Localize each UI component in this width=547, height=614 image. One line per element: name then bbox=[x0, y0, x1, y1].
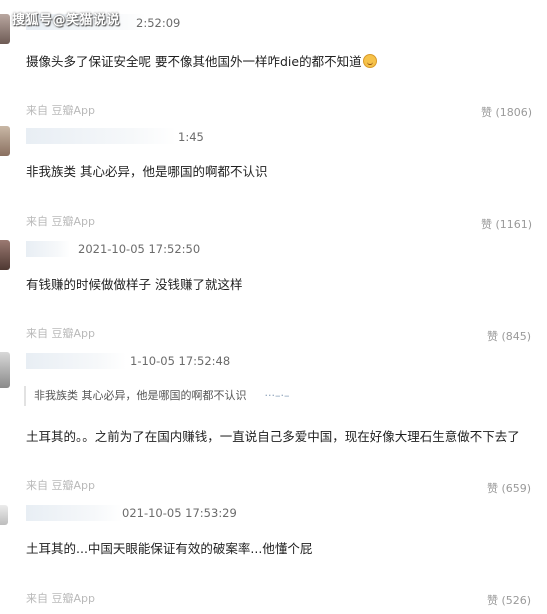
comment-time: 2021-10-05 17:52:50 bbox=[78, 242, 201, 256]
avatar[interactable] bbox=[0, 126, 10, 156]
comment-time: 1-10-05 17:52:48 bbox=[130, 354, 231, 368]
avatar[interactable] bbox=[0, 240, 10, 270]
avatar[interactable] bbox=[0, 352, 10, 388]
comment-time: 021-10-05 17:53:29 bbox=[122, 506, 237, 520]
comment-text: 土耳其的...中国天眼能保证有效的破案率...他懂个屁 bbox=[26, 541, 313, 556]
quote-author[interactable]: ···–·– bbox=[265, 389, 290, 402]
comment-source: 来自 豆瓣App bbox=[26, 104, 95, 117]
username[interactable] bbox=[26, 241, 70, 257]
like-button[interactable]: 赞 (845) bbox=[487, 328, 531, 344]
username[interactable] bbox=[26, 128, 176, 144]
comment-text: 摄像头多了保证安全呢 要不像其他国外一样咋die的都不知道 bbox=[26, 51, 377, 70]
comment-text: 土耳其的。。之前为了在国内赚钱，一直说自己多爱中国，现在好像大理石生意做不下去了 bbox=[26, 429, 520, 444]
comment-text: 非我族类 其心必异，他是哪国的啊都不认识 bbox=[26, 164, 268, 179]
comment-source: 来自 豆瓣App bbox=[26, 215, 95, 228]
like-button[interactable]: 赞 (1806) bbox=[481, 104, 532, 120]
comment-time: 1:45 bbox=[178, 130, 204, 144]
like-button[interactable]: 赞 (659) bbox=[487, 480, 531, 496]
username[interactable] bbox=[26, 505, 122, 521]
comment-text-content: 摄像头多了保证安全呢 要不像其他国外一样咋die的都不知道 bbox=[26, 54, 362, 69]
avatar[interactable] bbox=[0, 14, 10, 44]
comment-source: 来自 豆瓣App bbox=[26, 479, 95, 492]
comment-time: 2:52:09 bbox=[136, 16, 181, 30]
like-button[interactable]: 赞 (1161) bbox=[481, 216, 532, 232]
like-button[interactable]: 赞 (526) bbox=[487, 592, 531, 608]
watermark: 搜狐号@笑猫说说 bbox=[12, 13, 121, 28]
username[interactable] bbox=[26, 353, 126, 369]
avatar[interactable] bbox=[0, 505, 8, 525]
comment-source: 来自 豆瓣App bbox=[26, 592, 95, 605]
comment-text: 有钱赚的时候做做样子 没钱赚了就这样 bbox=[26, 277, 243, 292]
quoted-comment[interactable]: 非我族类 其心必异，他是哪国的啊都不认识 ···–·– bbox=[24, 386, 544, 406]
smile-emoji-icon bbox=[362, 54, 377, 68]
comment-source: 来自 豆瓣App bbox=[26, 327, 95, 340]
quoted-text: 非我族类 其心必异，他是哪国的啊都不认识 bbox=[34, 389, 247, 402]
